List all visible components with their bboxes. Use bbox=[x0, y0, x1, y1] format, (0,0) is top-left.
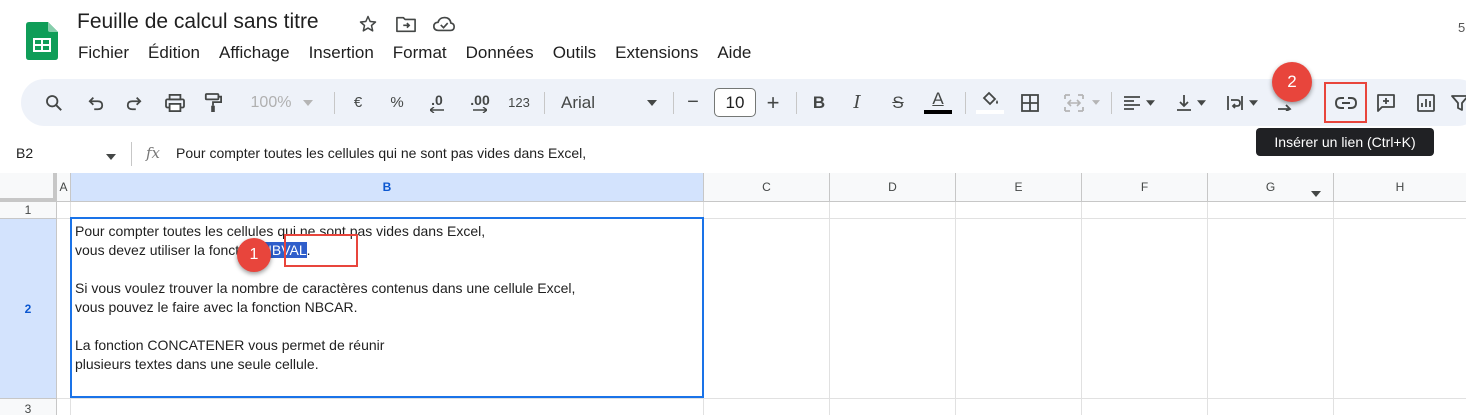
borders-icon[interactable] bbox=[1017, 79, 1043, 126]
chevron-down-icon bbox=[1146, 99, 1155, 106]
filter-icon[interactable] bbox=[1451, 79, 1466, 126]
menu-insertion[interactable]: Insertion bbox=[299, 41, 383, 65]
column-header-b[interactable]: B bbox=[71, 173, 704, 202]
menu-donnees[interactable]: Données bbox=[456, 41, 543, 65]
column-header-g-label: G bbox=[1265, 180, 1276, 194]
redo-icon[interactable] bbox=[121, 79, 147, 126]
sheets-logo-icon[interactable] bbox=[26, 22, 58, 60]
cell-b2-line: vous pouvez le faire avec la fonction NB… bbox=[75, 299, 358, 315]
column-header-e[interactable]: E bbox=[956, 173, 1082, 202]
select-all-corner[interactable] bbox=[0, 173, 57, 202]
menu-fichier[interactable]: Fichier bbox=[68, 41, 138, 65]
chevron-down-icon bbox=[1249, 99, 1258, 106]
toolbar: 100% € % .0 .00 123 Arial − 10 + B I S A bbox=[21, 79, 1466, 126]
cell-b2-line bbox=[75, 317, 575, 336]
merge-cells-button[interactable] bbox=[1057, 79, 1107, 126]
italic-button[interactable]: I bbox=[847, 79, 867, 126]
increase-decimal-button[interactable]: .00 bbox=[463, 79, 497, 126]
zoom-select[interactable]: 100% bbox=[243, 79, 321, 126]
row-header-2[interactable]: 2 bbox=[0, 219, 57, 399]
formula-input[interactable]: Pour compter toutes les cellules qui ne … bbox=[176, 145, 586, 161]
annotation-badge-2: 2 bbox=[1272, 62, 1312, 102]
text-color-button[interactable]: A bbox=[923, 79, 953, 126]
merge-icon bbox=[1064, 93, 1084, 112]
font-chevron-down-icon[interactable] bbox=[645, 79, 659, 126]
text-color-letter: A bbox=[932, 89, 944, 108]
search-menus-icon[interactable] bbox=[41, 79, 67, 126]
fill-color-button[interactable] bbox=[974, 79, 1006, 126]
decrease-decimal-label: .0 bbox=[431, 91, 443, 108]
cell-b2-line-text: vous devez utiliser la fonction bbox=[75, 242, 262, 258]
row-header-3[interactable]: 3 bbox=[0, 399, 57, 415]
align-bottom-icon bbox=[1177, 94, 1191, 111]
name-box-chevron-down-icon[interactable] bbox=[106, 147, 116, 165]
horizontal-align-button[interactable] bbox=[1119, 79, 1159, 126]
paint-format-icon[interactable] bbox=[199, 79, 227, 126]
column-header-f[interactable]: F bbox=[1082, 173, 1208, 202]
align-left-icon bbox=[1124, 95, 1140, 110]
arrow-right-icon bbox=[473, 106, 487, 113]
star-icon[interactable] bbox=[356, 12, 380, 36]
menu-outils[interactable]: Outils bbox=[543, 41, 605, 65]
print-icon[interactable] bbox=[161, 79, 189, 126]
wrap-icon bbox=[1227, 95, 1243, 110]
chevron-down-icon bbox=[1197, 99, 1206, 106]
decrease-decimal-button[interactable]: .0 bbox=[423, 79, 451, 126]
chevron-down-icon bbox=[1092, 100, 1100, 105]
name-box[interactable]: B2 bbox=[16, 145, 33, 161]
arrow-left-icon bbox=[430, 106, 444, 113]
vertical-align-button[interactable] bbox=[1171, 79, 1211, 126]
insert-link-tooltip: Insérer un lien (Ctrl+K) bbox=[1256, 128, 1434, 156]
bold-button[interactable]: B bbox=[809, 79, 829, 126]
cell-b2-line: plusieurs textes dans une seule cellule. bbox=[75, 356, 319, 372]
text-color-bar bbox=[924, 110, 952, 114]
row-header-1[interactable]: 1 bbox=[0, 202, 57, 219]
menu-edition[interactable]: Édition bbox=[138, 41, 209, 65]
column-header-d[interactable]: D bbox=[830, 173, 956, 202]
strikethrough-button[interactable]: S bbox=[887, 79, 909, 126]
fx-icon: fx bbox=[146, 144, 161, 162]
text-wrapping-button[interactable] bbox=[1221, 79, 1263, 126]
font-value: Arial bbox=[561, 92, 596, 112]
move-folder-icon[interactable] bbox=[394, 12, 418, 36]
insert-chart-icon[interactable] bbox=[1413, 79, 1439, 126]
paint-bucket-icon bbox=[982, 91, 998, 106]
column-header-c[interactable]: C bbox=[704, 173, 830, 202]
annotation-badge-1: 1 bbox=[237, 238, 271, 272]
increase-font-size-button[interactable]: + bbox=[763, 79, 783, 126]
menu-extensions[interactable]: Extensions bbox=[605, 41, 707, 65]
cell-b2-line: La fonction CONCATENER vous permet de ré… bbox=[75, 337, 385, 353]
more-formats-button[interactable]: 123 bbox=[503, 79, 535, 126]
percent-format-button[interactable]: % bbox=[386, 79, 408, 126]
cloud-saved-icon[interactable] bbox=[432, 12, 456, 36]
menu-bar: Fichier Édition Affichage Insertion Form… bbox=[68, 41, 760, 65]
annotation-box-link bbox=[1324, 82, 1367, 123]
undo-icon[interactable] bbox=[83, 79, 109, 126]
menu-aide[interactable]: Aide bbox=[707, 41, 760, 65]
column-menu-chevron-down-icon[interactable] bbox=[1311, 184, 1321, 202]
column-header-a[interactable]: A bbox=[57, 173, 71, 202]
currency-format-button[interactable]: € bbox=[347, 79, 369, 126]
font-size-input[interactable]: 10 bbox=[714, 88, 756, 117]
chevron-down-icon bbox=[303, 99, 314, 106]
menu-affichage[interactable]: Affichage bbox=[209, 41, 299, 65]
cell-b2-line: Si vous voulez trouver la nombre de cara… bbox=[75, 280, 576, 296]
insert-comment-icon[interactable] bbox=[1373, 79, 1399, 126]
partial-header-digit: 5 bbox=[1458, 20, 1466, 35]
increase-decimal-label: .00 bbox=[470, 91, 490, 108]
document-title[interactable]: Feuille de calcul sans titre bbox=[77, 10, 319, 34]
column-header-h[interactable]: H bbox=[1334, 173, 1466, 202]
decrease-font-size-button[interactable]: − bbox=[683, 79, 703, 126]
zoom-value: 100% bbox=[250, 93, 292, 111]
menu-format[interactable]: Format bbox=[383, 41, 456, 65]
annotation-box-nbval bbox=[284, 234, 358, 267]
